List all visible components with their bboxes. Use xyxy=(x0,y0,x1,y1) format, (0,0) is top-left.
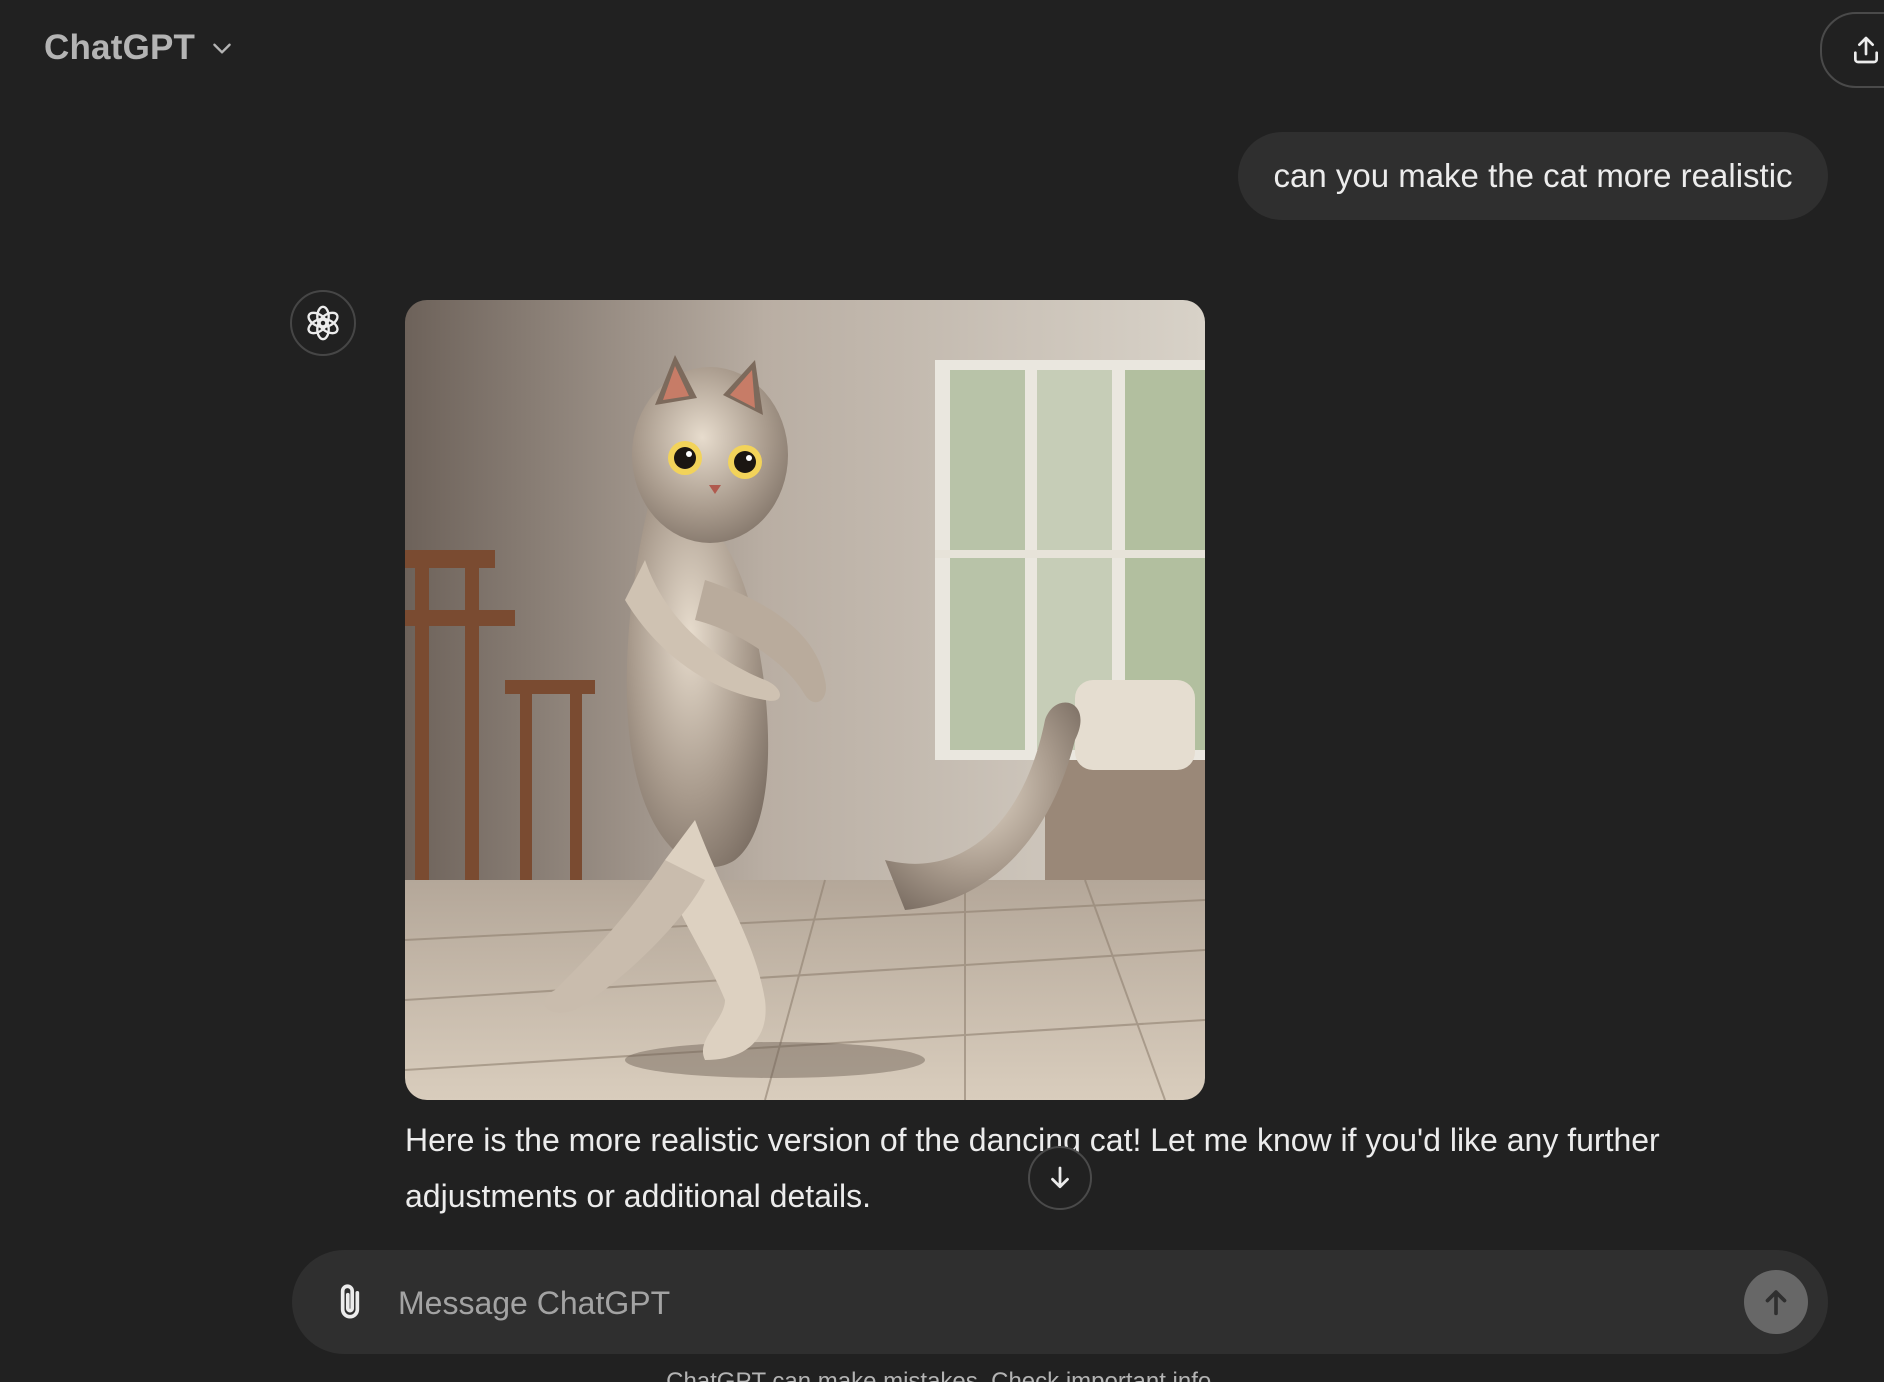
paperclip-icon[interactable] xyxy=(328,1280,372,1324)
top-bar: ChatGPT xyxy=(0,0,1884,96)
user-message-text: can you make the cat more realistic xyxy=(1273,157,1793,194)
model-name: ChatGPT xyxy=(44,28,196,67)
share-icon xyxy=(1854,36,1878,64)
arrow-down-icon xyxy=(1051,1166,1069,1189)
assistant-avatar xyxy=(290,290,356,356)
disclaimer-text: ChatGPT can make mistakes. Check importa… xyxy=(666,1368,1218,1382)
openai-logo-icon xyxy=(307,305,339,341)
chevron-down-icon xyxy=(213,43,231,54)
realistic-dancing-cat-image xyxy=(405,300,1205,1100)
generated-image[interactable] xyxy=(405,300,1205,1100)
message-input[interactable] xyxy=(396,1276,1700,1330)
arrow-up-icon xyxy=(1765,1290,1787,1316)
chat-app: ChatGPT can you make the cat more realis… xyxy=(0,0,1884,1382)
user-message-bubble: can you make the cat more realistic xyxy=(1238,132,1828,220)
model-switcher-button[interactable]: ChatGPT xyxy=(30,18,249,78)
send-button[interactable] xyxy=(1744,1270,1808,1334)
share-button[interactable] xyxy=(1820,12,1884,88)
scroll-to-bottom-button[interactable] xyxy=(1028,1146,1092,1210)
message-composer xyxy=(292,1250,1828,1354)
